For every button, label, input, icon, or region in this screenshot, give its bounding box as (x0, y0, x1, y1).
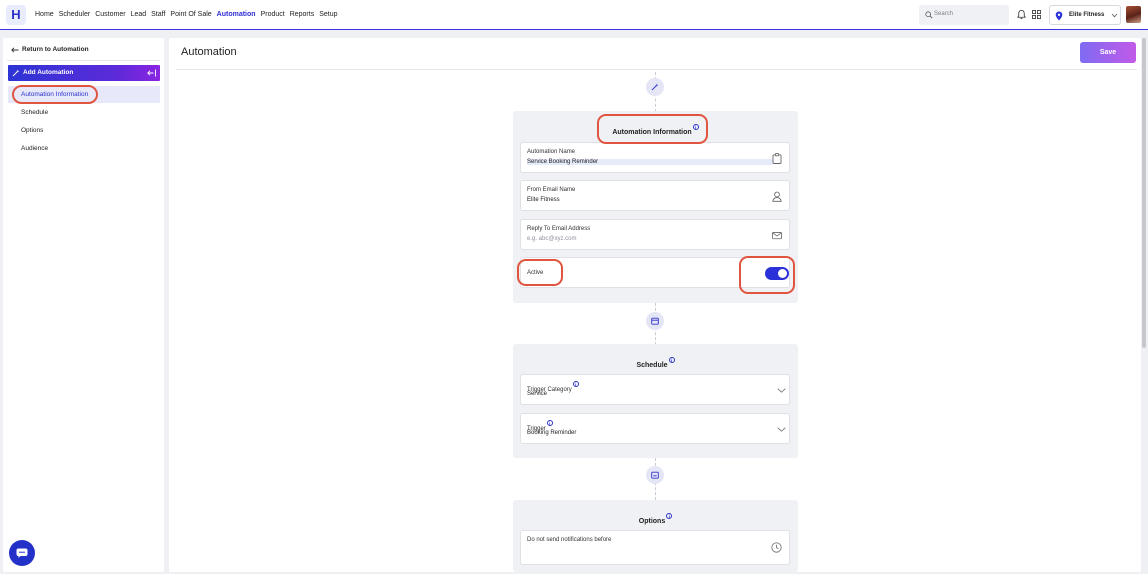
panel-title: Optionsi (513, 513, 798, 525)
add-automation-header: Add Automation (8, 65, 160, 81)
options-title: Options (638, 518, 666, 525)
panel-title: Schedulei (513, 357, 798, 369)
highlight-ring (739, 256, 795, 294)
mail-icon (772, 232, 782, 240)
scrollbar[interactable] (1142, 38, 1146, 348)
nav-item-setup[interactable]: Setup (319, 11, 337, 18)
from-email-name-label: From Email Name (527, 187, 576, 193)
chevron-down-icon (777, 388, 786, 393)
calendar-icon (651, 471, 659, 479)
reply-to-email-placeholder[interactable]: e.g. abc@xyz.com (527, 236, 576, 242)
chevron-down-icon (777, 427, 786, 432)
search-placeholder: Search (934, 11, 954, 17)
return-to-automation-link[interactable]: Return to Automation (11, 46, 89, 53)
chat-icon (16, 548, 28, 558)
calendar-icon (651, 317, 659, 325)
sidebar: Return to Automation Add Automation Auto… (3, 38, 164, 572)
user-icon (772, 191, 782, 202)
options-panel: Optionsi Do not send notifications befor… (513, 500, 798, 572)
nav-item-customer[interactable]: Customer (95, 11, 125, 18)
location-pin-icon (1055, 11, 1063, 21)
trigger-select[interactable]: Triggeri Booking Reminder (520, 413, 790, 444)
magic-wand-icon (12, 69, 20, 76)
highlight-ring (517, 259, 563, 286)
chevron-down-icon (1111, 13, 1118, 18)
top-navbar: H Home Scheduler Customer Lead Staff Poi… (0, 0, 1148, 30)
from-email-name-value[interactable]: Elite Fitness (527, 197, 560, 203)
reply-to-email-field[interactable]: Reply To Email Address e.g. abc@xyz.com (520, 219, 790, 250)
app-logo[interactable]: H (6, 5, 26, 25)
clipboard-icon (772, 153, 782, 164)
location-selector[interactable]: Elite Fitness (1049, 5, 1121, 25)
search-input[interactable]: Search (919, 5, 1009, 25)
nav-item-point-of-sale[interactable]: Point Of Sale (170, 11, 211, 18)
trigger-category-value: Service (527, 391, 548, 397)
info-icon[interactable]: i (668, 357, 675, 363)
nav-item-product[interactable]: Product (261, 11, 285, 18)
arrow-left-icon (11, 46, 19, 53)
page-title: Automation (181, 46, 237, 58)
reply-to-email-label: Reply To Email Address (527, 226, 591, 232)
highlight-ring (597, 114, 708, 144)
trigger-category-select[interactable]: Trigger Categoryi Service (520, 374, 790, 405)
grid-icon[interactable] (1032, 10, 1041, 19)
info-icon[interactable]: i (666, 513, 673, 519)
nav-item-home[interactable]: Home (35, 11, 54, 18)
nav-item-reports[interactable]: Reports (290, 11, 315, 18)
nav-item-automation[interactable]: Automation (217, 11, 256, 18)
highlight-ring (12, 85, 98, 104)
nav-item-scheduler[interactable]: Scheduler (59, 11, 91, 18)
flow-node (646, 78, 664, 96)
divider (176, 69, 1137, 70)
automation-name-label: Automation Name (527, 149, 576, 155)
automation-name-field[interactable]: Automation Name Service Booking Reminder (520, 142, 790, 173)
notification-time-label: Do not send notifications before (527, 537, 612, 543)
schedule-panel: Schedulei Trigger Categoryi Service Trig… (513, 344, 798, 458)
clock-icon (771, 542, 782, 553)
sidebar-item-audience[interactable]: Audience (8, 140, 160, 157)
divider (7, 60, 160, 61)
trigger-value: Booking Reminder (527, 430, 577, 436)
info-icon[interactable]: i (546, 420, 553, 426)
nav-item-staff[interactable]: Staff (151, 11, 165, 18)
save-button[interactable]: Save (1080, 42, 1136, 63)
magic-wand-icon (651, 83, 659, 91)
schedule-title: Schedule (636, 362, 668, 369)
return-label: Return to Automation (22, 46, 89, 53)
info-icon[interactable]: i (572, 381, 579, 387)
sidebar-item-options[interactable]: Options (8, 122, 160, 139)
automation-name-value[interactable]: Service Booking Reminder (527, 159, 773, 165)
avatar[interactable] (1126, 6, 1141, 23)
bell-icon[interactable] (1016, 9, 1027, 20)
flow-node (646, 312, 664, 330)
notification-time-field[interactable]: Do not send notifications before (520, 530, 790, 565)
add-automation-label: Add Automation (23, 69, 74, 76)
search-icon (925, 11, 933, 19)
collapse-icon[interactable] (147, 69, 156, 77)
chat-button[interactable] (9, 540, 35, 566)
location-name: Elite Fitness (1069, 12, 1105, 18)
sidebar-item-schedule[interactable]: Schedule (8, 104, 160, 121)
main-nav: Home Scheduler Customer Lead Staff Point… (35, 11, 338, 18)
from-email-name-field[interactable]: From Email Name Elite Fitness (520, 180, 790, 211)
nav-item-lead[interactable]: Lead (131, 11, 147, 18)
flow-node (646, 466, 664, 484)
